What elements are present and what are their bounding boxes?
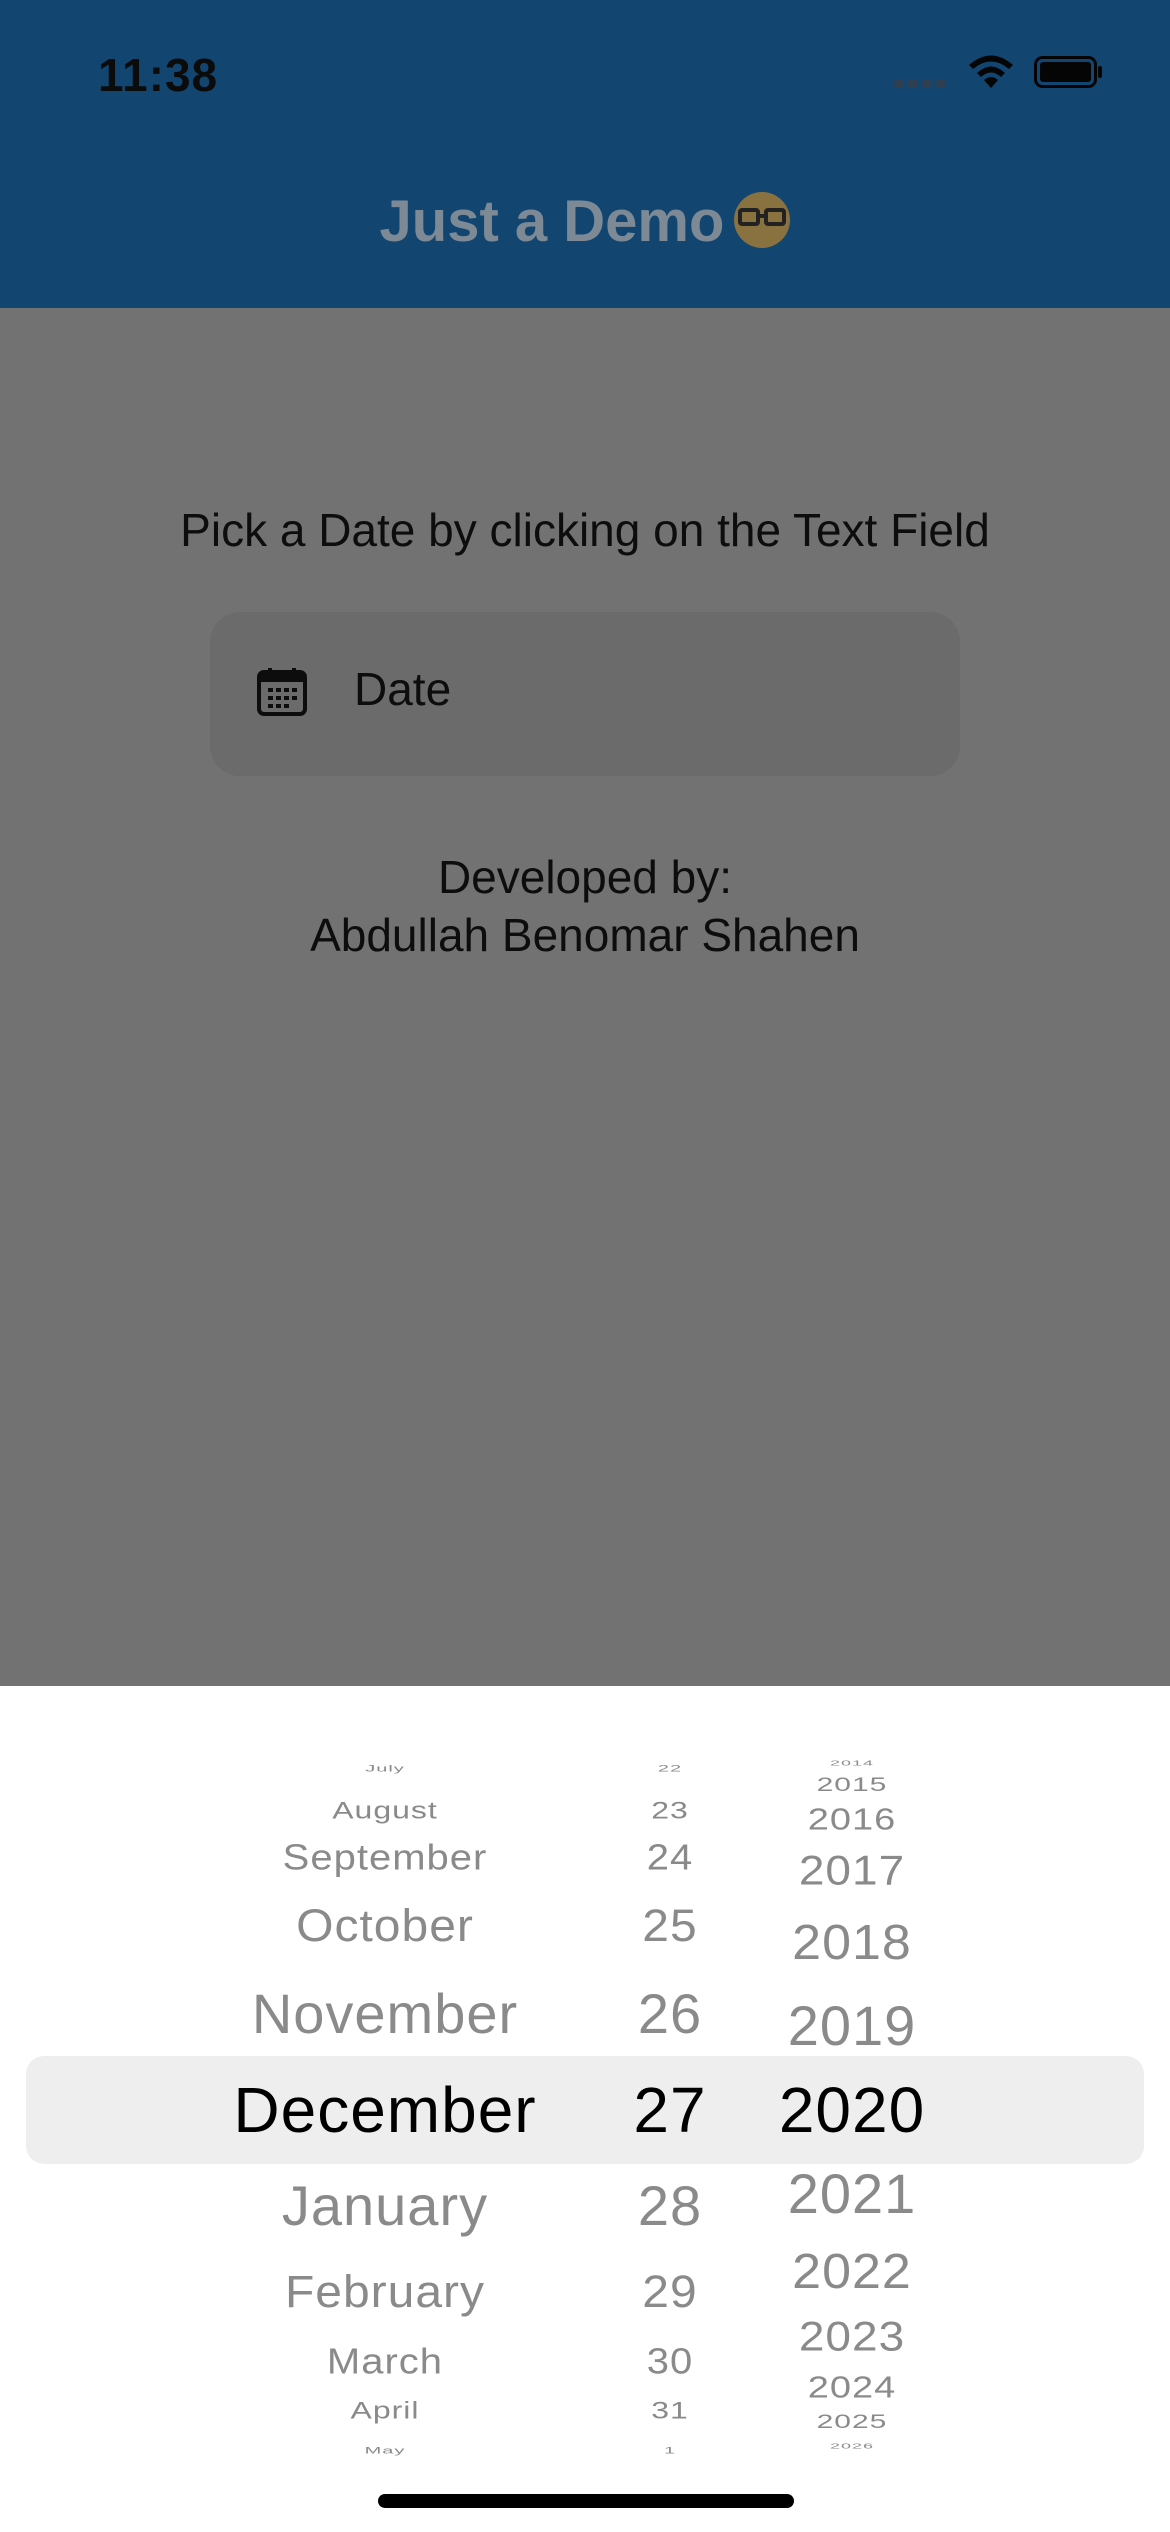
year-wheel-option[interactable]: 2019 [652,1998,1052,2054]
app-bar: 11:38 Just a Demo [0,0,1170,308]
year-wheel-option[interactable]: 2015 [652,1775,1052,1795]
home-indicator [378,2494,794,2508]
page-body: Pick a Date by clicking on the Text Fiel… [0,308,1170,1686]
app-title: Just a Demo [0,188,1170,255]
developer-label: Developed by: [437,851,733,903]
date-picker-wheels[interactable]: July August September October November Decemb… [0,1686,1170,2532]
instruction-text: Pick a Date by clicking on the Text Fiel… [180,504,990,556]
date-text-field[interactable]: Date [210,612,960,776]
cellular-signal-icon [894,78,950,88]
year-wheel-option[interactable]: 2021 [652,2166,1052,2222]
date-picker-sheet: July August September October November Decemb… [0,1686,1170,2532]
year-wheel-option[interactable]: 2018 [652,1918,1052,1967]
developer-credit: Developed by: Abdullah Benomar Shahen [0,848,1170,964]
year-wheel-option[interactable]: 2025 [652,2412,1052,2432]
battery-icon [1034,56,1102,88]
nerd-face-emoji-icon [734,191,791,248]
year-wheel-option[interactable]: 2022 [652,2247,1052,2296]
status-icons [894,52,1114,92]
wifi-icon [969,55,1013,88]
year-wheel-option[interactable]: 2016 [652,1805,1052,1835]
year-wheel-option[interactable]: 2014 [652,1759,1052,1766]
app-title-text: Just a Demo [379,189,725,254]
year-wheel-option[interactable]: 2017 [652,1849,1052,1890]
date-field-label: Date [354,663,452,715]
year-wheel-selected[interactable]: 2020 [652,2078,1052,2142]
calendar-icon [257,668,307,716]
year-wheel-option[interactable]: 2026 [652,2442,1052,2449]
developer-name: Abdullah Benomar Shahen [310,909,860,961]
year-wheel-option[interactable]: 2024 [652,2373,1052,2403]
year-wheel-option[interactable]: 2023 [652,2315,1052,2356]
status-time: 11:38 [98,49,219,101]
